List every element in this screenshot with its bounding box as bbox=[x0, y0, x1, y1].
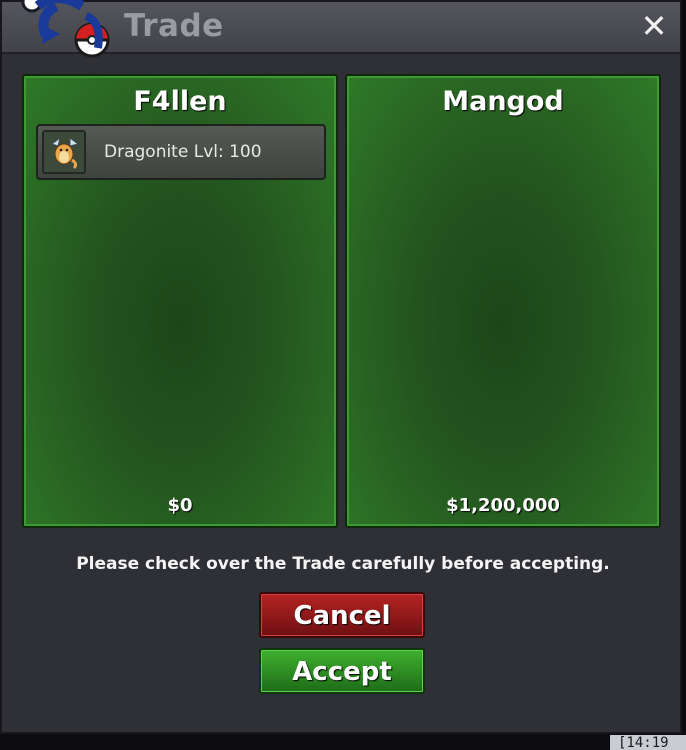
my-money-offer: $0 bbox=[167, 495, 193, 516]
chat-timestamp: [14:19 bbox=[618, 735, 669, 750]
chat-timestamp-box: [14:19 bbox=[610, 735, 686, 750]
window-title: Trade bbox=[124, 8, 224, 44]
offer-item-label: Dragonite Lvl: 100 bbox=[104, 142, 262, 162]
trade-logo-icon bbox=[21, 0, 110, 58]
background-strip bbox=[0, 734, 686, 750]
partner-player-name: Mangod bbox=[442, 86, 564, 117]
accept-button[interactable]: Accept bbox=[259, 648, 425, 694]
close-button[interactable]: ✕ bbox=[636, 6, 672, 46]
my-player-name: F4llen bbox=[133, 86, 227, 117]
my-offer-panel: F4llen Dragonite Lvl: 100 $0 bbox=[22, 74, 338, 528]
item-name: Dragonite bbox=[104, 142, 189, 162]
title-bar[interactable]: Trade ✕ bbox=[2, 0, 680, 58]
trade-warning-text: Please check over the Trade carefully be… bbox=[76, 554, 610, 574]
item-level: Lvl: 100 bbox=[193, 142, 262, 162]
partner-offer-panel: Mangod $1,200,000 bbox=[345, 74, 661, 528]
offer-item-slot[interactable]: Dragonite Lvl: 100 bbox=[36, 124, 326, 180]
trade-window: Trade ✕ F4llen Dragonite Lvl: 100 $0 Man… bbox=[0, 0, 682, 734]
dragonite-icon bbox=[42, 130, 86, 174]
cancel-button[interactable]: Cancel bbox=[259, 592, 425, 638]
partner-money-offer: $1,200,000 bbox=[446, 495, 560, 516]
